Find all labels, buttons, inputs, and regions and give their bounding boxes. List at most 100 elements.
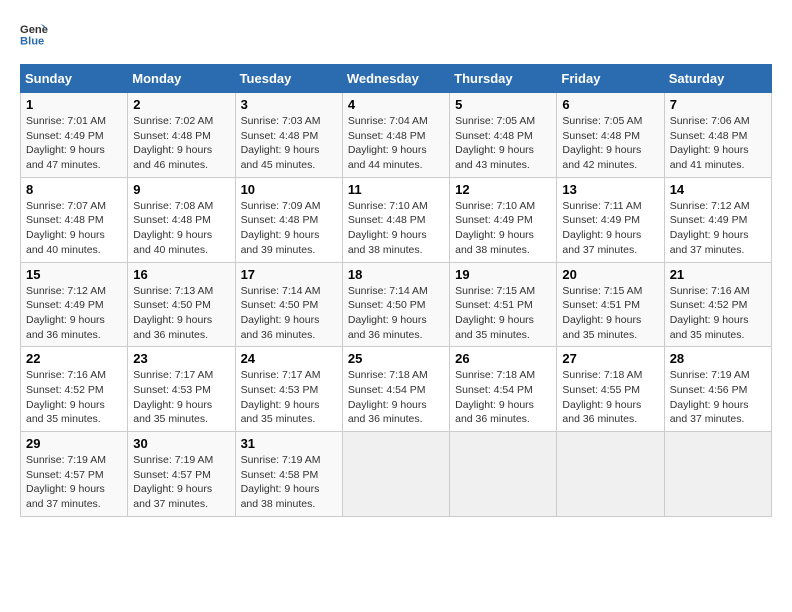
calendar-cell: 12 Sunrise: 7:10 AM Sunset: 4:49 PM Dayl…: [450, 177, 557, 262]
day-number: 16: [133, 267, 229, 282]
calendar-header-row: SundayMondayTuesdayWednesdayThursdayFrid…: [21, 65, 772, 93]
day-info: Sunrise: 7:11 AM Sunset: 4:49 PM Dayligh…: [562, 200, 641, 256]
day-info: Sunrise: 7:06 AM Sunset: 4:48 PM Dayligh…: [670, 115, 750, 171]
day-info: Sunrise: 7:10 AM Sunset: 4:48 PM Dayligh…: [348, 200, 428, 256]
day-number: 25: [348, 351, 444, 366]
column-header-saturday: Saturday: [664, 65, 771, 93]
calendar-cell: 5 Sunrise: 7:05 AM Sunset: 4:48 PM Dayli…: [450, 93, 557, 178]
week-row-1: 1 Sunrise: 7:01 AM Sunset: 4:49 PM Dayli…: [21, 93, 772, 178]
day-number: 14: [670, 182, 766, 197]
day-number: 28: [670, 351, 766, 366]
calendar-cell: 3 Sunrise: 7:03 AM Sunset: 4:48 PM Dayli…: [235, 93, 342, 178]
day-number: 20: [562, 267, 658, 282]
day-info: Sunrise: 7:14 AM Sunset: 4:50 PM Dayligh…: [348, 285, 428, 341]
calendar-cell: 4 Sunrise: 7:04 AM Sunset: 4:48 PM Dayli…: [342, 93, 449, 178]
calendar-cell: 24 Sunrise: 7:17 AM Sunset: 4:53 PM Dayl…: [235, 347, 342, 432]
day-number: 11: [348, 182, 444, 197]
day-info: Sunrise: 7:19 AM Sunset: 4:56 PM Dayligh…: [670, 369, 750, 425]
day-info: Sunrise: 7:19 AM Sunset: 4:57 PM Dayligh…: [26, 454, 106, 510]
calendar-cell: 21 Sunrise: 7:16 AM Sunset: 4:52 PM Dayl…: [664, 262, 771, 347]
calendar-cell: 29 Sunrise: 7:19 AM Sunset: 4:57 PM Dayl…: [21, 432, 128, 517]
column-header-wednesday: Wednesday: [342, 65, 449, 93]
calendar-cell: [342, 432, 449, 517]
day-number: 31: [241, 436, 337, 451]
calendar-cell: [557, 432, 664, 517]
logo: General Blue: [20, 20, 48, 48]
day-number: 12: [455, 182, 551, 197]
day-info: Sunrise: 7:19 AM Sunset: 4:57 PM Dayligh…: [133, 454, 213, 510]
day-info: Sunrise: 7:03 AM Sunset: 4:48 PM Dayligh…: [241, 115, 321, 171]
day-number: 13: [562, 182, 658, 197]
day-info: Sunrise: 7:15 AM Sunset: 4:51 PM Dayligh…: [562, 285, 642, 341]
calendar-cell: 8 Sunrise: 7:07 AM Sunset: 4:48 PM Dayli…: [21, 177, 128, 262]
day-info: Sunrise: 7:08 AM Sunset: 4:48 PM Dayligh…: [133, 200, 213, 256]
column-header-thursday: Thursday: [450, 65, 557, 93]
day-info: Sunrise: 7:18 AM Sunset: 4:54 PM Dayligh…: [348, 369, 428, 425]
calendar-cell: 30 Sunrise: 7:19 AM Sunset: 4:57 PM Dayl…: [128, 432, 235, 517]
day-info: Sunrise: 7:05 AM Sunset: 4:48 PM Dayligh…: [562, 115, 642, 171]
day-info: Sunrise: 7:13 AM Sunset: 4:50 PM Dayligh…: [133, 285, 213, 341]
day-number: 2: [133, 97, 229, 112]
day-number: 6: [562, 97, 658, 112]
day-info: Sunrise: 7:09 AM Sunset: 4:48 PM Dayligh…: [241, 200, 321, 256]
day-number: 3: [241, 97, 337, 112]
day-number: 30: [133, 436, 229, 451]
day-number: 24: [241, 351, 337, 366]
calendar-cell: 27 Sunrise: 7:18 AM Sunset: 4:55 PM Dayl…: [557, 347, 664, 432]
day-number: 7: [670, 97, 766, 112]
column-header-friday: Friday: [557, 65, 664, 93]
week-row-4: 22 Sunrise: 7:16 AM Sunset: 4:52 PM Dayl…: [21, 347, 772, 432]
day-number: 19: [455, 267, 551, 282]
svg-text:Blue: Blue: [20, 35, 44, 47]
day-number: 4: [348, 97, 444, 112]
day-number: 5: [455, 97, 551, 112]
logo-icon: General Blue: [20, 20, 48, 48]
day-info: Sunrise: 7:05 AM Sunset: 4:48 PM Dayligh…: [455, 115, 535, 171]
day-number: 1: [26, 97, 122, 112]
calendar-cell: 22 Sunrise: 7:16 AM Sunset: 4:52 PM Dayl…: [21, 347, 128, 432]
column-header-monday: Monday: [128, 65, 235, 93]
day-info: Sunrise: 7:16 AM Sunset: 4:52 PM Dayligh…: [670, 285, 750, 341]
calendar-cell: 7 Sunrise: 7:06 AM Sunset: 4:48 PM Dayli…: [664, 93, 771, 178]
day-number: 15: [26, 267, 122, 282]
day-info: Sunrise: 7:18 AM Sunset: 4:55 PM Dayligh…: [562, 369, 642, 425]
day-number: 22: [26, 351, 122, 366]
calendar-cell: 15 Sunrise: 7:12 AM Sunset: 4:49 PM Dayl…: [21, 262, 128, 347]
calendar-cell: 6 Sunrise: 7:05 AM Sunset: 4:48 PM Dayli…: [557, 93, 664, 178]
day-number: 21: [670, 267, 766, 282]
day-info: Sunrise: 7:18 AM Sunset: 4:54 PM Dayligh…: [455, 369, 535, 425]
calendar-cell: 2 Sunrise: 7:02 AM Sunset: 4:48 PM Dayli…: [128, 93, 235, 178]
day-number: 10: [241, 182, 337, 197]
column-header-sunday: Sunday: [21, 65, 128, 93]
calendar-cell: 20 Sunrise: 7:15 AM Sunset: 4:51 PM Dayl…: [557, 262, 664, 347]
day-number: 18: [348, 267, 444, 282]
day-info: Sunrise: 7:12 AM Sunset: 4:49 PM Dayligh…: [26, 285, 106, 341]
calendar-cell: 10 Sunrise: 7:09 AM Sunset: 4:48 PM Dayl…: [235, 177, 342, 262]
day-info: Sunrise: 7:07 AM Sunset: 4:48 PM Dayligh…: [26, 200, 106, 256]
calendar-cell: 9 Sunrise: 7:08 AM Sunset: 4:48 PM Dayli…: [128, 177, 235, 262]
day-info: Sunrise: 7:17 AM Sunset: 4:53 PM Dayligh…: [133, 369, 213, 425]
calendar-table: SundayMondayTuesdayWednesdayThursdayFrid…: [20, 64, 772, 517]
day-info: Sunrise: 7:04 AM Sunset: 4:48 PM Dayligh…: [348, 115, 428, 171]
calendar-cell: [664, 432, 771, 517]
week-row-5: 29 Sunrise: 7:19 AM Sunset: 4:57 PM Dayl…: [21, 432, 772, 517]
day-info: Sunrise: 7:16 AM Sunset: 4:52 PM Dayligh…: [26, 369, 106, 425]
calendar-cell: 18 Sunrise: 7:14 AM Sunset: 4:50 PM Dayl…: [342, 262, 449, 347]
calendar-cell: 31 Sunrise: 7:19 AM Sunset: 4:58 PM Dayl…: [235, 432, 342, 517]
calendar-cell: 19 Sunrise: 7:15 AM Sunset: 4:51 PM Dayl…: [450, 262, 557, 347]
calendar-cell: 26 Sunrise: 7:18 AM Sunset: 4:54 PM Dayl…: [450, 347, 557, 432]
day-info: Sunrise: 7:02 AM Sunset: 4:48 PM Dayligh…: [133, 115, 213, 171]
day-number: 27: [562, 351, 658, 366]
calendar-cell: 25 Sunrise: 7:18 AM Sunset: 4:54 PM Dayl…: [342, 347, 449, 432]
calendar-cell: 28 Sunrise: 7:19 AM Sunset: 4:56 PM Dayl…: [664, 347, 771, 432]
day-info: Sunrise: 7:14 AM Sunset: 4:50 PM Dayligh…: [241, 285, 321, 341]
calendar-cell: 16 Sunrise: 7:13 AM Sunset: 4:50 PM Dayl…: [128, 262, 235, 347]
page-header: General Blue: [20, 20, 772, 48]
day-info: Sunrise: 7:01 AM Sunset: 4:49 PM Dayligh…: [26, 115, 106, 171]
column-header-tuesday: Tuesday: [235, 65, 342, 93]
day-number: 23: [133, 351, 229, 366]
day-info: Sunrise: 7:19 AM Sunset: 4:58 PM Dayligh…: [241, 454, 321, 510]
calendar-cell: 17 Sunrise: 7:14 AM Sunset: 4:50 PM Dayl…: [235, 262, 342, 347]
calendar-cell: 14 Sunrise: 7:12 AM Sunset: 4:49 PM Dayl…: [664, 177, 771, 262]
day-info: Sunrise: 7:17 AM Sunset: 4:53 PM Dayligh…: [241, 369, 321, 425]
